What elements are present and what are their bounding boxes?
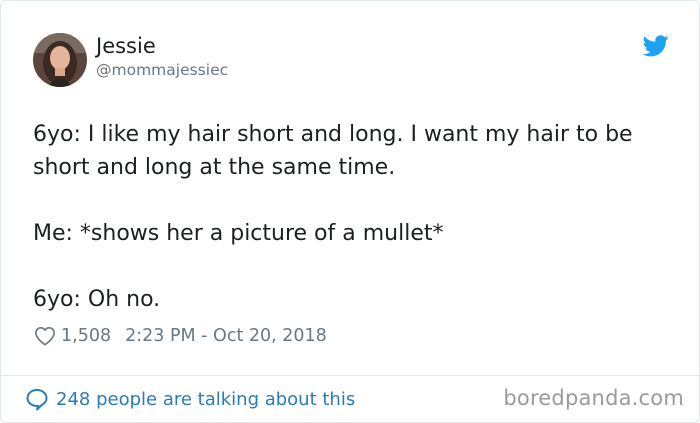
tweet-line: 6yo: Oh no.	[33, 287, 161, 312]
tweet-text: 6yo: I like my hair short and long. I wa…	[33, 118, 673, 316]
like-count[interactable]: 1,508	[61, 326, 111, 346]
heart-icon[interactable]	[34, 326, 56, 346]
conversation-link[interactable]: 248 people are talking about this	[25, 385, 355, 413]
tweet-card: Jessie @mommajessiec 6yo: I like my hair…	[0, 0, 700, 423]
user-handle[interactable]: @mommajessiec	[96, 60, 228, 80]
tweet-line: 6yo: I like my hair short and long. I wa…	[33, 122, 633, 180]
display-name[interactable]: Jessie	[96, 33, 156, 59]
timestamp[interactable]: 2:23 PM - Oct 20, 2018	[125, 326, 327, 346]
conversation-label: 248 people are talking about this	[56, 388, 356, 410]
tweet-meta: 1,508 2:23 PM - Oct 20, 2018	[34, 323, 327, 349]
tweet-line: Me: *shows her a picture of a mullet*	[33, 221, 444, 246]
speech-bubble-icon	[26, 389, 48, 411]
avatar[interactable]	[33, 33, 87, 87]
twitter-bird-icon[interactable]	[643, 35, 669, 57]
watermark: boredpanda.com	[503, 386, 684, 410]
profile-photo-icon	[33, 33, 87, 87]
divider	[1, 375, 700, 376]
